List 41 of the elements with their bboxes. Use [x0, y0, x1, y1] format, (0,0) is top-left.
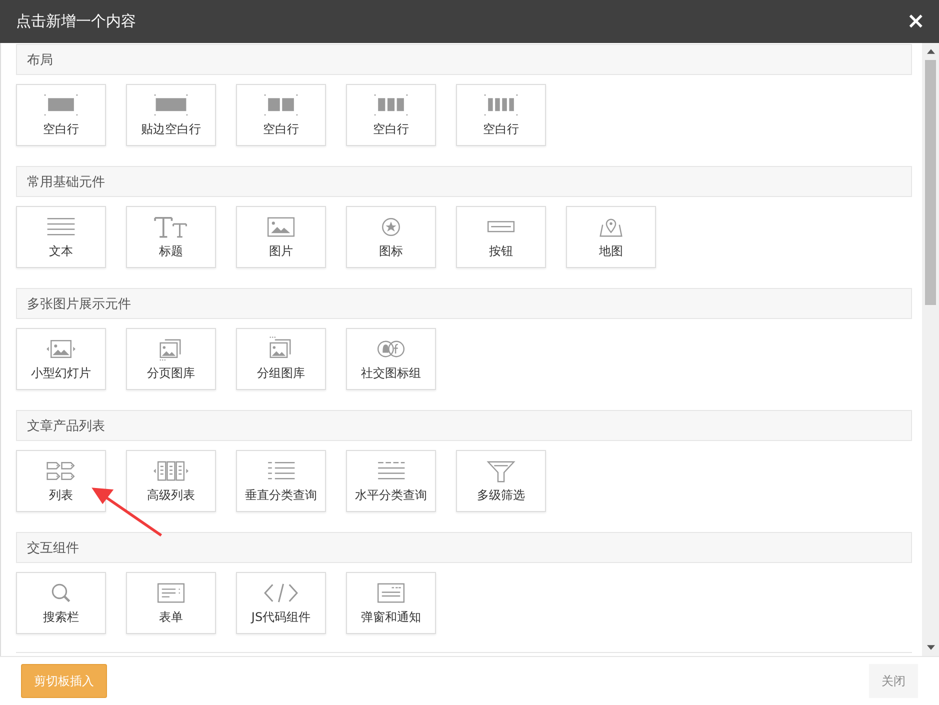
- component-tile[interactable]: 贴边空白行: [126, 84, 216, 146]
- block-icon: [42, 92, 80, 118]
- component-tile[interactable]: 按钮: [456, 206, 546, 268]
- columns-icon: [262, 92, 300, 118]
- component-tile[interactable]: 地图: [566, 206, 656, 268]
- block-icon: [152, 92, 190, 118]
- component-tile[interactable]: 水平分类查询: [346, 450, 436, 512]
- scrollbar-thumb[interactable]: [925, 60, 936, 305]
- component-tile[interactable]: 图片: [236, 206, 326, 268]
- component-tile[interactable]: 小型幻灯片: [16, 328, 106, 390]
- section-header: 多张图片展示元件: [16, 288, 912, 319]
- columns-icon: [482, 92, 520, 118]
- section-header: 布局: [16, 44, 912, 75]
- component-tile[interactable]: 图标: [346, 206, 436, 268]
- component-tile[interactable]: 空白行: [16, 84, 106, 146]
- component-tile[interactable]: 搜索栏: [16, 572, 106, 634]
- component-tile[interactable]: 列表: [16, 450, 106, 512]
- component-tile[interactable]: JS代码组件: [236, 572, 326, 634]
- section-header: 常用基础元件: [16, 166, 912, 197]
- close-button[interactable]: ×: [902, 10, 929, 32]
- section-header: 文章产品列表: [16, 410, 912, 441]
- component-tile[interactable]: 分页图库: [126, 328, 216, 390]
- component-tile[interactable]: 社交图标组: [346, 328, 436, 390]
- component-tile[interactable]: 空白行: [346, 84, 436, 146]
- scrollbar[interactable]: [922, 43, 939, 656]
- scroll-up-icon[interactable]: [926, 49, 934, 54]
- component-tile[interactable]: 弹窗和通知: [346, 572, 436, 634]
- component-tile[interactable]: 文本: [16, 206, 106, 268]
- component-tile[interactable]: 标题: [126, 206, 216, 268]
- heading-icon: [152, 214, 190, 240]
- scroll-down-icon[interactable]: [926, 645, 934, 650]
- columns-icon: [372, 92, 410, 118]
- component-tile[interactable]: 垂直分类查询: [236, 450, 326, 512]
- component-tile[interactable]: 高级列表: [126, 450, 216, 512]
- component-tile[interactable]: 表单: [126, 572, 216, 634]
- component-tile[interactable]: 空白行: [236, 84, 326, 146]
- component-tile[interactable]: 空白行: [456, 84, 546, 146]
- component-tile[interactable]: 多级筛选: [456, 450, 546, 512]
- component-tile[interactable]: 分组图库: [236, 328, 326, 390]
- dialog-title: 点击新增一个内容: [16, 12, 136, 31]
- section-header: 交互组件: [16, 532, 912, 563]
